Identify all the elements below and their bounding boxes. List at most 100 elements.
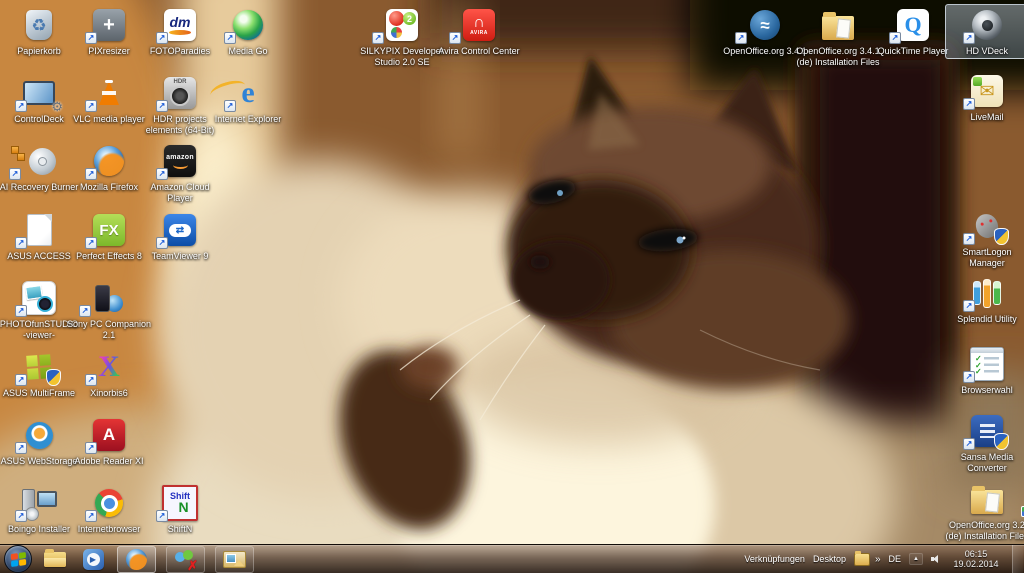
- messenger-icon: ✗: [174, 549, 198, 573]
- system-tray: Verknüpfungen Desktop » DE ▲ 06:15 19.02…: [744, 545, 1024, 573]
- shortcut-arrow-icon: ↗: [449, 32, 461, 44]
- amazon-logo-text: amazon: [166, 153, 194, 161]
- icon-label: Adobe Reader XI: [74, 456, 144, 466]
- taskbar-mail-button[interactable]: [215, 545, 254, 573]
- icon-label: Internetbrowser: [77, 524, 141, 534]
- desktop-icon-splendid-utility[interactable]: ↗ Splendid Utility: [945, 272, 1024, 327]
- blue-tile-shield-icon: ↗: [947, 412, 1024, 450]
- vlc-cone-icon: ↗: [69, 74, 149, 112]
- icon-label: Media Go: [228, 46, 268, 56]
- fx-tile-icon: ↗ FX: [69, 211, 149, 249]
- icon-label: ASUS MultiFrame: [2, 388, 75, 398]
- shortcut-arrow-icon: ↗: [735, 32, 747, 44]
- windows-flag-icon: [10, 551, 26, 567]
- taskbar-windows-explorer-button[interactable]: [40, 546, 70, 572]
- icon-label: TeamViewer 9: [151, 251, 209, 261]
- volume-icon[interactable]: [931, 554, 942, 565]
- red-x-icon: ✗: [187, 558, 198, 573]
- shortcut-arrow-icon: ↗: [9, 168, 21, 180]
- desktop-icon-browserwahl[interactable]: ↗ ✓✓✓ Browserwahl: [945, 343, 1024, 398]
- shortcut-arrow-icon: ↗: [963, 300, 975, 312]
- taskbar-media-player-button[interactable]: ▶: [78, 546, 108, 572]
- desktop-icon-amazon-cloud-player[interactable]: ↗ amazon Amazon Cloud Player: [138, 140, 222, 205]
- toolbar-verknuepfungen[interactable]: Verknüpfungen: [744, 554, 805, 564]
- shortcut-arrow-icon: ↗: [15, 305, 27, 317]
- icon-label: Browserwahl: [961, 385, 1013, 395]
- shortcut-arrow-icon: ↗: [85, 32, 97, 44]
- taskbar: ▶ ✗ Verknüpfungen Desktop » DE ▲ 06:15 1…: [0, 544, 1024, 573]
- n-logo-text: N: [178, 499, 189, 515]
- shortcut-arrow-icon: ↗: [372, 32, 384, 44]
- desktop-icon-adobe-reader-xi[interactable]: ↗ A Adobe Reader XI: [67, 414, 151, 469]
- test-tubes-icon: ↗: [947, 274, 1024, 312]
- show-hidden-icons-button[interactable]: ▲: [909, 553, 923, 565]
- show-desktop-button[interactable]: [1012, 545, 1023, 573]
- toolbar-desktop[interactable]: Desktop: [813, 554, 846, 564]
- desktop-icon-shiftn[interactable]: ↗ Shift N ShiftN: [138, 482, 222, 537]
- icon-label: Sansa Media Converter: [960, 452, 1014, 473]
- shortcut-arrow-icon: ↗: [224, 32, 236, 44]
- desktop-icon-smartlogon-manager[interactable]: ↗ SmartLogon Manager: [945, 205, 1024, 270]
- icon-label: VLC media player: [73, 114, 145, 124]
- folder-icon: [44, 548, 66, 567]
- icon-label: Amazon Cloud Player: [150, 182, 210, 203]
- desktop-icon-internet-explorer[interactable]: ↗ e Internet Explorer: [206, 72, 290, 127]
- icon-label: Perfect Effects 8: [76, 251, 142, 261]
- shortcut-arrow-icon: ↗: [85, 510, 97, 522]
- taskbar-firefox-button[interactable]: [117, 545, 156, 573]
- icon-label: ShiftN: [167, 524, 193, 534]
- cd-disc-icon: [25, 507, 39, 521]
- start-button[interactable]: [4, 545, 32, 573]
- fx-logo-text: FX: [99, 221, 119, 239]
- shortcut-arrow-icon: ↗: [85, 442, 97, 454]
- face-shield-icon: ↗: [947, 207, 1024, 245]
- shortcut-arrow-icon: ↗: [15, 100, 27, 112]
- shortcut-arrow-icon: ↗: [85, 237, 97, 249]
- adobe-reader-icon: ↗ A: [69, 416, 149, 454]
- icon-label: Splendid Utility: [957, 314, 1017, 324]
- shortcut-arrow-icon: ↗: [963, 371, 975, 383]
- shortcut-arrow-icon: ↗: [963, 438, 975, 450]
- icon-label: ControlDeck: [14, 114, 64, 124]
- icon-label: FOTOParadies: [149, 46, 211, 56]
- taskbar-messenger-button[interactable]: ✗: [166, 545, 205, 573]
- desktop-icon-livemail[interactable]: ↗ ✉ LiveMail: [945, 70, 1024, 125]
- shield-icon: [994, 228, 1009, 245]
- clock[interactable]: 06:15 19.02.2014: [950, 549, 1002, 569]
- desktop-toolbar-folder-icon[interactable]: [853, 550, 870, 566]
- checkmarks-icon: ✓✓✓: [975, 354, 982, 376]
- shortcut-arrow-icon: ↗: [156, 510, 168, 522]
- clock-time: 06:15: [964, 549, 988, 559]
- icon-label: Mozilla Firefox: [79, 182, 138, 192]
- shortcut-arrow-icon: ↗: [15, 510, 27, 522]
- toolbar-expand-chevron[interactable]: »: [875, 554, 881, 565]
- avira-umbrella-icon: ↗ ∩ AVIRA: [433, 6, 525, 44]
- desktop-icon-media-go[interactable]: ↗ Media Go: [206, 4, 290, 59]
- desktop-icon-avira-control-center[interactable]: ↗ ∩ AVIRA Avira Control Center: [431, 4, 527, 59]
- desktop-icon-openoffice-32-installation-files[interactable]: OpenOffice.org 3.2 (de) Installation Fil…: [939, 478, 1024, 543]
- folder-badge-icon: [941, 480, 1024, 518]
- icon-label: OpenOffice.org 3.2 (de) Installation Fil…: [945, 520, 1024, 541]
- language-indicator[interactable]: DE: [889, 554, 902, 564]
- desktop-icon-sansa-media-converter[interactable]: ↗ Sansa Media Converter: [945, 410, 1024, 475]
- icon-label: ASUS ACCESS: [7, 251, 71, 261]
- gradient-x-icon: ↗ X: [69, 348, 149, 386]
- checklist-window-icon: ↗ ✓✓✓: [947, 345, 1024, 383]
- mail-photo-icon: [223, 550, 246, 568]
- resize-arrows-icon: ↗ +: [69, 6, 149, 44]
- icon-label: ASUS WebStorage: [0, 456, 78, 466]
- shortcut-arrow-icon: ↗: [15, 237, 27, 249]
- shortcut-arrow-icon: ↗: [156, 32, 168, 44]
- firefox-icon: [126, 548, 147, 570]
- hdr-logo-text: HDR: [173, 79, 187, 85]
- shortcut-arrow-icon: ↗: [156, 237, 168, 249]
- desktop-icon-teamviewer-9[interactable]: ↗ ⇄ TeamViewer 9: [138, 209, 222, 264]
- dm-logo-text: dm: [169, 14, 191, 30]
- shortcut-arrow-icon: ↗: [85, 374, 97, 386]
- desktop-icon-hd-vdeck[interactable]: ↗ HD VDeck: [945, 4, 1024, 59]
- shortcut-arrow-icon: ↗: [963, 98, 975, 110]
- desktop-icon-xinorbis6[interactable]: ↗ X Xinorbis6: [67, 346, 151, 401]
- shortcut-arrow-icon: ↗: [224, 100, 236, 112]
- desktop-icon-sony-pc-companion[interactable]: ↗ Sony PC Companion 2.1: [61, 277, 157, 342]
- desktop-icon-quicktime-player[interactable]: ↗ Q QuickTime Player: [871, 4, 955, 59]
